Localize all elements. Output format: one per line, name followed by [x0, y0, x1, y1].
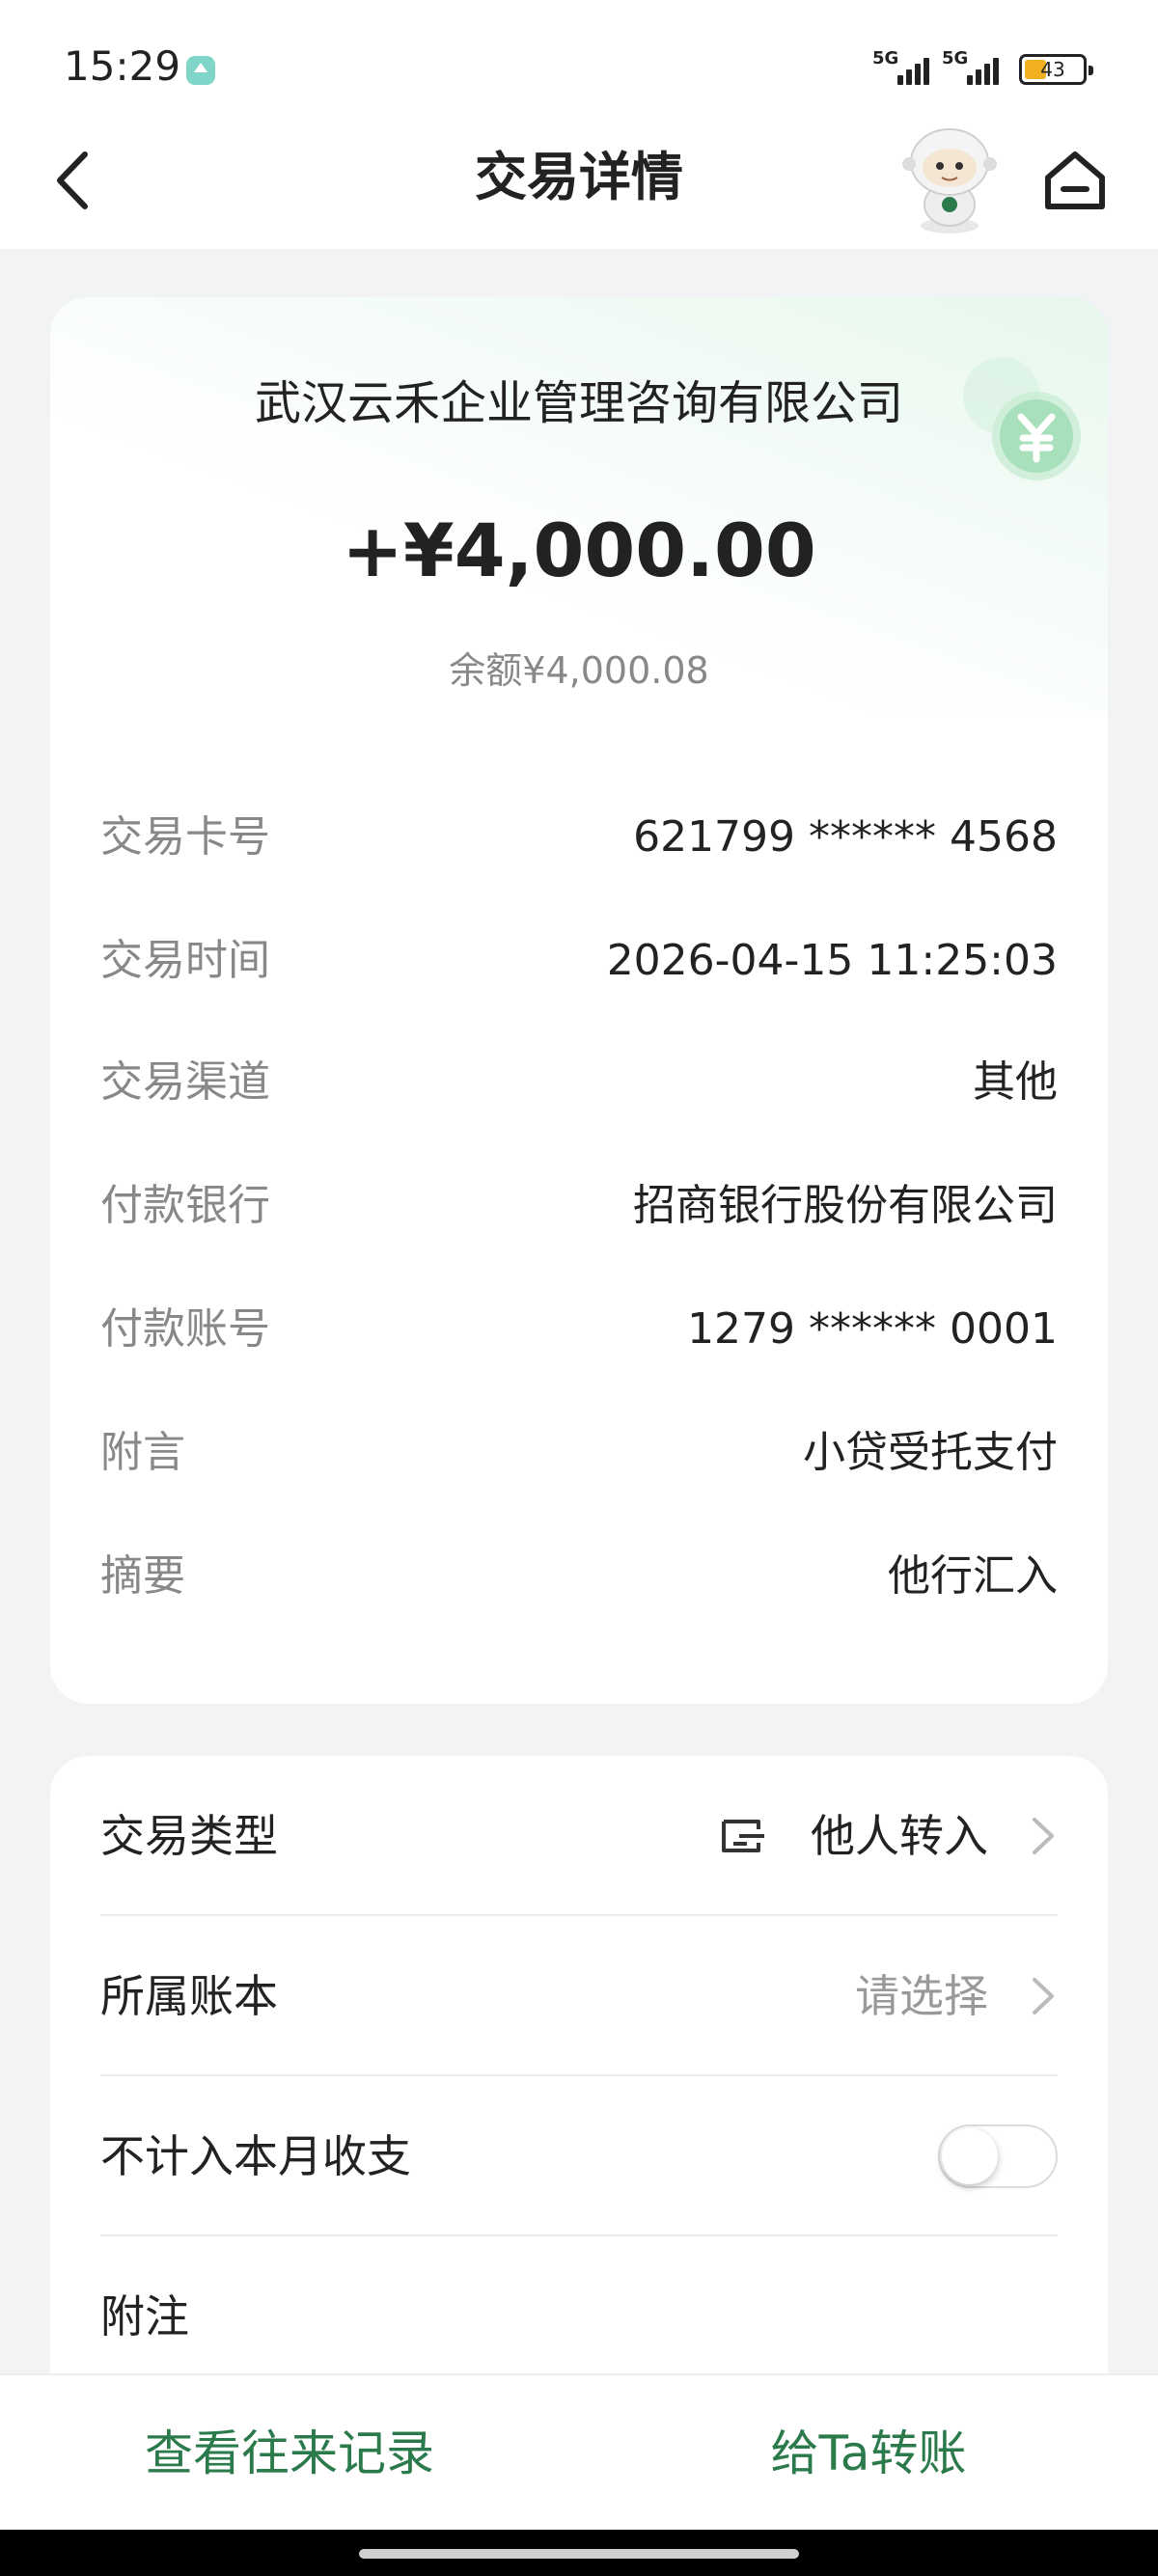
transaction-type-value: 他人转入	[811, 1810, 988, 1862]
setting-label: 不计入本月收支	[100, 2130, 411, 2182]
assistant-robot-icon[interactable]	[897, 125, 1002, 237]
merchant-name: 武汉云禾企业管理咨询有限公司	[254, 376, 903, 430]
detail-value: 其他	[973, 1057, 1058, 1107]
battery-level: 43	[1040, 58, 1065, 81]
detail-label: 附言	[100, 1428, 185, 1477]
detail-value: 他行汇入	[888, 1551, 1058, 1601]
detail-row-payer-bank: 付款银行 招商银行股份有限公司	[100, 1177, 1058, 1235]
account-book-placeholder: 请选择	[855, 1970, 988, 2022]
setting-label: 交易类型	[100, 1810, 278, 1862]
chevron-right-icon	[1033, 1818, 1054, 1854]
transaction-type-row[interactable]: 交易类型 他人转入	[100, 1756, 1058, 1916]
detail-value: 1279 ****** 0001	[687, 1304, 1058, 1354]
home-icon[interactable]	[1040, 147, 1110, 216]
detail-label: 摘要	[100, 1551, 185, 1601]
transaction-card: 武汉云禾企业管理咨询有限公司 +¥4,000.00 余额¥4,000.08 交易…	[50, 297, 1108, 1704]
toggle-knob	[942, 2128, 998, 2184]
status-bar: 15:29 5G 5G 43	[0, 0, 1158, 135]
transaction-amount: +¥4,000.00	[342, 507, 816, 593]
exclude-monthly-row: 不计入本月收支	[100, 2076, 1058, 2236]
bottom-action-bar: 查看往来记录 给Ta转账	[0, 2373, 1158, 2530]
detail-value: 招商银行股份有限公司	[633, 1181, 1058, 1230]
signal-icon: 5G	[942, 48, 1009, 87]
detail-row-time: 交易时间 2026-04-15 11:25:03	[100, 932, 1058, 990]
home-indicator[interactable]	[359, 2549, 799, 2559]
detail-label: 交易卡号	[100, 812, 270, 862]
detail-value: 2026-04-15 11:25:03	[606, 936, 1058, 985]
battery-icon: 43	[1019, 54, 1093, 85]
detail-label: 付款账号	[100, 1304, 270, 1354]
network-type-1: 5G	[872, 48, 899, 69]
detail-value: 小贷受托支付	[803, 1428, 1058, 1477]
detail-row-card-number: 交易卡号 621799 ****** 4568	[100, 808, 1058, 866]
setting-label: 所属账本	[100, 1970, 278, 2022]
detail-row-channel: 交易渠道 其他	[100, 1054, 1058, 1111]
status-time: 15:29	[64, 42, 181, 90]
detail-label: 交易渠道	[100, 1057, 270, 1107]
signal-icon: 5G	[872, 48, 940, 87]
account-balance: 余额¥4,000.08	[449, 649, 709, 692]
transfer-button[interactable]: 给Ta转账	[579, 2424, 1158, 2483]
detail-row-summary: 摘要 他行汇入	[100, 1548, 1058, 1605]
detail-label: 付款银行	[100, 1181, 270, 1230]
detail-row-postscript: 附言 小贷受托支付	[100, 1424, 1058, 1482]
detail-value: 621799 ****** 4568	[633, 812, 1058, 862]
view-history-button[interactable]: 查看往来记录	[0, 2424, 579, 2483]
app-notification-icon	[186, 56, 215, 85]
detail-row-payer-account: 付款账号 1279 ****** 0001	[100, 1301, 1058, 1358]
network-type-2: 5G	[942, 48, 969, 69]
transfer-in-icon	[722, 1820, 764, 1852]
account-book-row[interactable]: 所属账本 请选择	[100, 1916, 1058, 2076]
setting-label: 附注	[100, 2290, 189, 2343]
detail-label: 交易时间	[100, 936, 270, 985]
system-nav-bar	[0, 2530, 1158, 2576]
chevron-right-icon	[1033, 1978, 1054, 2014]
exclude-monthly-toggle[interactable]	[938, 2124, 1058, 2188]
